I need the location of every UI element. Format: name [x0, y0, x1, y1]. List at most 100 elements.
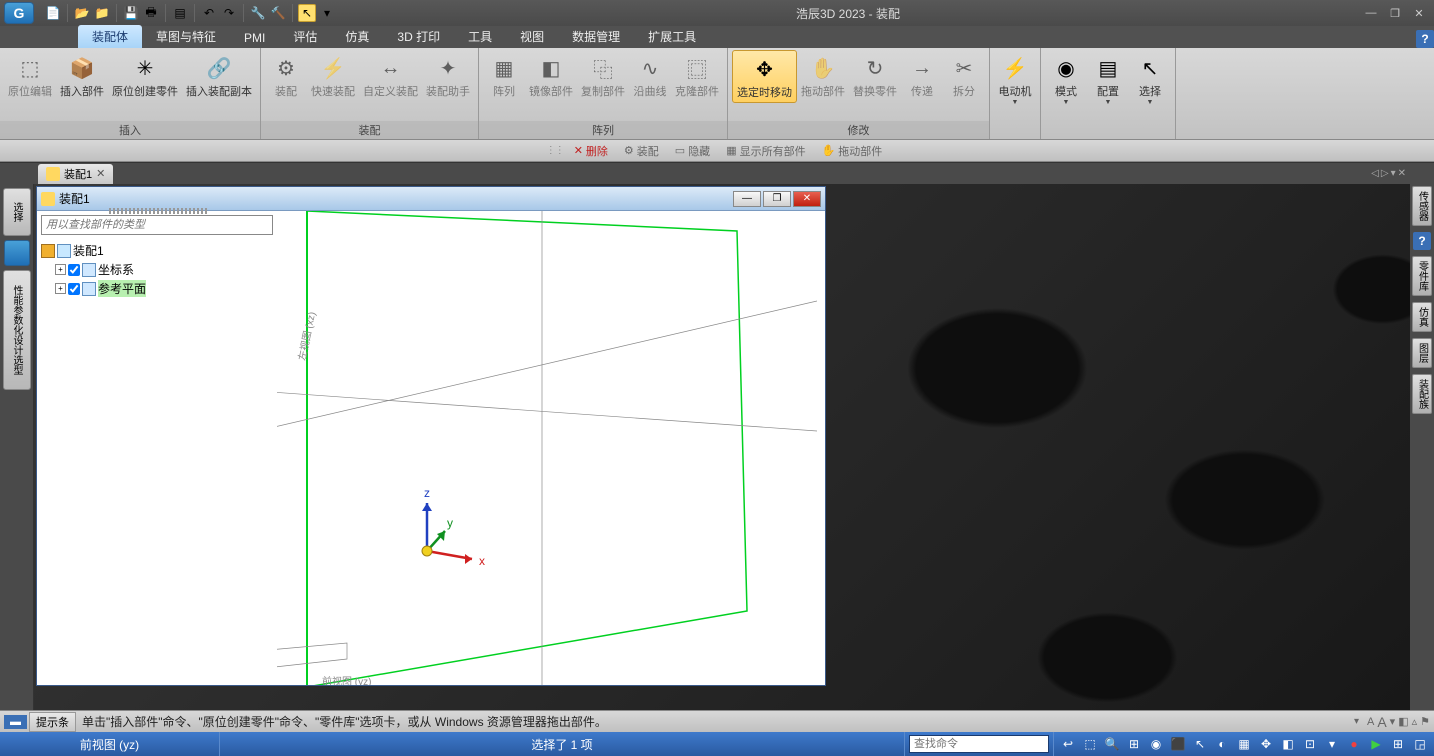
list-icon[interactable]: ▤	[171, 4, 189, 22]
open2-icon[interactable]: 📁	[93, 4, 111, 22]
ribbon-button[interactable]: ▦ 阵列	[483, 50, 525, 101]
status-icon-9[interactable]: ▦	[1234, 735, 1254, 753]
tool1-icon[interactable]: 🔧	[249, 4, 267, 22]
right-panel-partlib[interactable]: 零件库	[1412, 256, 1432, 296]
showall-button[interactable]: ▦ 显示所有部件	[720, 142, 811, 160]
status-icon-1[interactable]: ↩	[1058, 735, 1078, 753]
status-icon-5[interactable]: ◉	[1146, 735, 1166, 753]
hide-button[interactable]: ▭ 隐藏	[669, 142, 716, 160]
ribbon-button[interactable]: ↻ 替换零件	[849, 50, 901, 101]
ribbon-button[interactable]: 🔗 插入装配副本	[182, 50, 256, 101]
ribbon-button[interactable]: ◧ 镜像部件	[525, 50, 577, 101]
doc-tab[interactable]: 装配1 ✕	[38, 164, 113, 184]
status-icon-12[interactable]: ⊡	[1300, 735, 1320, 753]
doc-tab-close-icon[interactable]: ✕	[96, 167, 105, 180]
tab-evaluate[interactable]: 评估	[279, 25, 331, 48]
ribbon-button[interactable]: ✋ 拖动部件	[797, 50, 849, 101]
ribbon-button[interactable]: ▤ 配置▼	[1087, 50, 1129, 108]
right-panel-asmfam[interactable]: 装配族	[1412, 374, 1432, 414]
ribbon-button[interactable]: ∿ 沿曲线	[629, 50, 671, 101]
right-panel-layer[interactable]: 图层	[1412, 338, 1432, 368]
status-icon-7[interactable]: ↖	[1190, 735, 1210, 753]
font-small-icon[interactable]: A	[1367, 716, 1374, 728]
font-large-icon[interactable]: A	[1377, 714, 1386, 730]
ribbon-button[interactable]: ⚡ 电动机▼	[994, 50, 1036, 108]
status-icon-11[interactable]: ◧	[1278, 735, 1298, 753]
hint-tool3-icon[interactable]: ⚑	[1420, 715, 1430, 728]
status-icon-13[interactable]: ▾	[1322, 735, 1342, 753]
ribbon-button[interactable]: → 传递	[901, 50, 943, 101]
close-icon[interactable]: ✕	[1408, 6, 1430, 20]
ribbon-button[interactable]: ⿴ 克隆部件	[671, 50, 723, 101]
ribbon-button[interactable]: ⚙ 装配	[265, 50, 307, 101]
tab-extend[interactable]: 扩展工具	[634, 25, 710, 48]
tree-checkbox[interactable]	[68, 283, 80, 295]
app-logo[interactable]: G	[4, 2, 34, 24]
hint-tool2-icon[interactable]: ▵	[1412, 715, 1418, 728]
tab-close-icon[interactable]: ✕	[1398, 168, 1406, 179]
status-play-icon[interactable]: ▶	[1366, 735, 1386, 753]
status-icon-15[interactable]: ◲	[1410, 735, 1430, 753]
tab-prev-icon[interactable]: ◁	[1371, 168, 1379, 179]
hint-dd-icon[interactable]: ▾	[1390, 715, 1396, 728]
inner-close-icon[interactable]: ✕	[793, 191, 821, 207]
part-search-input[interactable]	[41, 215, 273, 235]
ribbon-button[interactable]: ◉ 模式▼	[1045, 50, 1087, 108]
tab-assembly[interactable]: 装配体	[78, 25, 142, 48]
viewport[interactable]: 左视图 (xz) 俯视图 (xy) 前视图 (yz) x y	[277, 211, 825, 685]
status-icon-10[interactable]: ✥	[1256, 735, 1276, 753]
drag-button[interactable]: ✋ 拖动部件	[816, 142, 889, 160]
panel-grip-icon[interactable]	[109, 208, 209, 214]
minimize-icon[interactable]: —	[1360, 6, 1382, 20]
tab-data[interactable]: 数据管理	[558, 25, 634, 48]
tab-next-icon[interactable]: ▷	[1381, 168, 1389, 179]
right-panel-sim[interactable]: 仿真	[1412, 302, 1432, 332]
sidebar-param-design[interactable]: 性能参数化设计选型	[3, 270, 31, 390]
status-icon-4[interactable]: ⊞	[1124, 735, 1144, 753]
ribbon-button[interactable]: ✥ 选定时移动	[732, 50, 797, 103]
right-panel-sensor[interactable]: 传感器	[1412, 186, 1432, 226]
tool2-icon[interactable]: 🔨	[269, 4, 287, 22]
tab-pmi[interactable]: PMI	[230, 28, 279, 48]
print-icon[interactable]: 🖶	[142, 4, 160, 22]
tab-simulate[interactable]: 仿真	[331, 25, 383, 48]
inner-minimize-icon[interactable]: —	[733, 191, 761, 207]
assemble-button[interactable]: ⚙ 装配	[618, 142, 665, 160]
status-icon-8[interactable]: ◐	[1212, 735, 1232, 753]
hint-dropdown-icon[interactable]: ▾	[1354, 716, 1359, 727]
status-icon-6[interactable]: ⬛	[1168, 735, 1188, 753]
ribbon-button[interactable]: ✂ 拆分	[943, 50, 985, 101]
hint-tool1-icon[interactable]: ◧	[1398, 715, 1408, 728]
right-help-icon[interactable]: ?	[1413, 232, 1431, 250]
ribbon-button[interactable]: ⿻ 复制部件	[577, 50, 629, 101]
command-search-input[interactable]	[909, 735, 1049, 753]
inner-maximize-icon[interactable]: ❐	[763, 191, 791, 207]
undo-icon[interactable]: ↶	[200, 4, 218, 22]
ribbon-button[interactable]: ↔ 自定义装配	[359, 50, 422, 101]
tree-node-plane[interactable]: + 参考平面	[41, 279, 273, 298]
status-icon-2[interactable]: ⬚	[1080, 735, 1100, 753]
tab-3dprint[interactable]: 3D 打印	[383, 25, 454, 48]
tab-menu-icon[interactable]: ▾	[1391, 168, 1396, 179]
ribbon-button[interactable]: ⚡ 快速装配	[307, 50, 359, 101]
sidebar-select[interactable]: 选择	[3, 188, 31, 236]
ribbon-button[interactable]: ✦ 装配助手	[422, 50, 474, 101]
status-icon-14[interactable]: ⊞	[1388, 735, 1408, 753]
save-icon[interactable]: 💾	[122, 4, 140, 22]
open-icon[interactable]: 📂	[73, 4, 91, 22]
cursor-icon[interactable]: ↖	[298, 4, 316, 22]
expand-icon[interactable]: +	[55, 264, 66, 275]
tab-sketch[interactable]: 草图与特征	[142, 25, 230, 48]
sidebar-app-icon[interactable]	[4, 240, 30, 266]
more-icon[interactable]: ▾	[318, 4, 336, 22]
tab-tools[interactable]: 工具	[454, 25, 506, 48]
ribbon-button[interactable]: ⬚ 原位编辑	[4, 50, 56, 101]
status-icon-3[interactable]: 🔍	[1102, 735, 1122, 753]
tree-node-coords[interactable]: + 坐标系	[41, 260, 273, 279]
redo-icon[interactable]: ↷	[220, 4, 238, 22]
ribbon-button[interactable]: ✳ 原位创建零件	[108, 50, 182, 101]
ribbon-button[interactable]: 📦 插入部件	[56, 50, 108, 101]
delete-button[interactable]: ✕ 删除	[568, 142, 614, 160]
tree-root[interactable]: 装配1	[41, 241, 273, 260]
ribbon-button[interactable]: ↖ 选择▼	[1129, 50, 1171, 108]
